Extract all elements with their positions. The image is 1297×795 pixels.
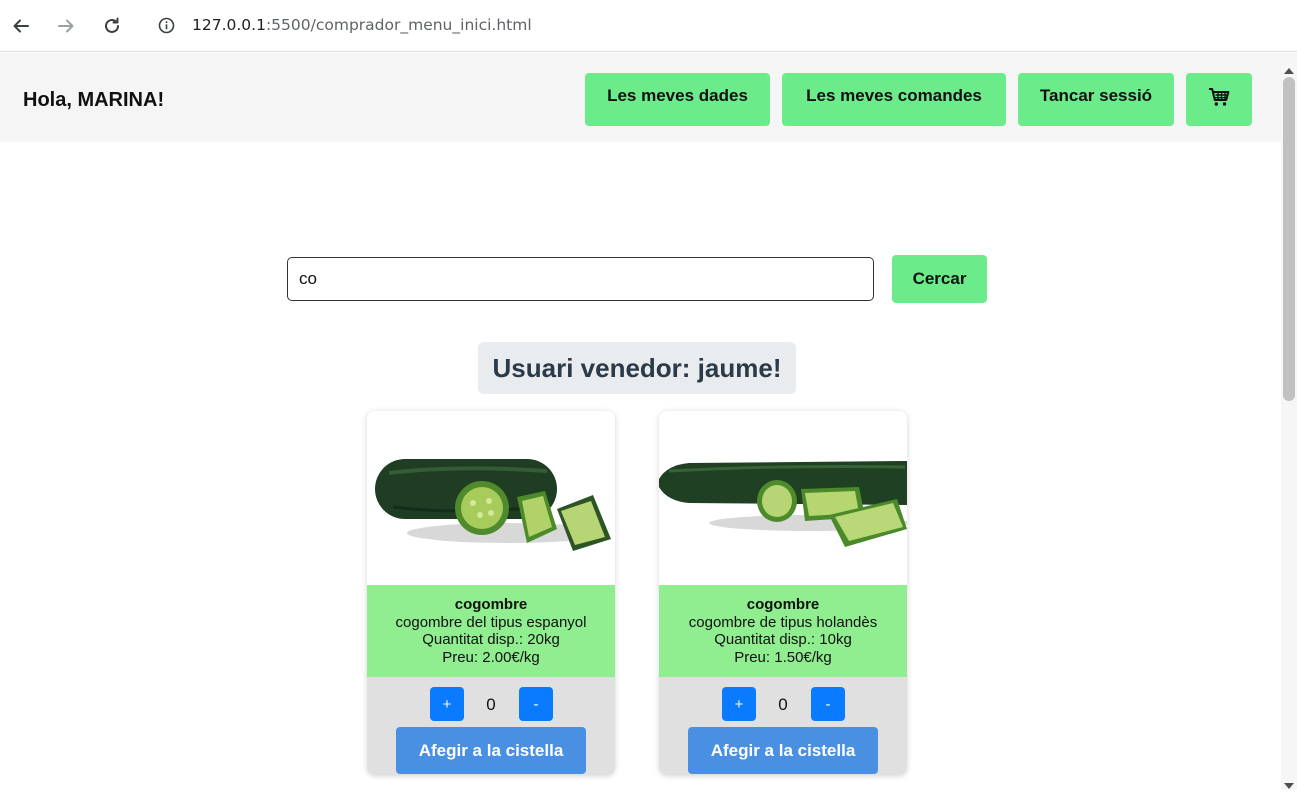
add-to-cart-button[interactable]: Afegir a la cistella bbox=[688, 727, 878, 774]
product-image bbox=[659, 411, 907, 579]
url-host: 127.0.0.1 bbox=[192, 16, 266, 34]
scroll-down-arrow-icon[interactable] bbox=[1284, 777, 1294, 795]
my-orders-button[interactable]: Les meves comandes bbox=[782, 73, 1006, 126]
my-data-button[interactable]: Les meves dades bbox=[585, 73, 770, 126]
browser-toolbar: 127.0.0.1:5500/comprador_menu_inici.html bbox=[0, 0, 1297, 52]
shopping-cart-icon bbox=[1208, 87, 1230, 112]
product-card: cogombre cogombre del tipus espanyol Qua… bbox=[367, 411, 615, 775]
product-info: cogombre cogombre del tipus espanyol Qua… bbox=[367, 585, 615, 677]
product-quantity: Quantitat disp.: 10kg bbox=[714, 631, 852, 648]
seller-title: Usuari venedor: jaume! bbox=[478, 342, 796, 394]
scrollbar-thumb[interactable] bbox=[1283, 77, 1295, 401]
back-arrow-icon[interactable] bbox=[8, 13, 34, 39]
reload-icon[interactable] bbox=[99, 13, 125, 39]
url-text[interactable]: 127.0.0.1:5500/comprador_menu_inici.html bbox=[192, 16, 532, 34]
product-quantity: Quantitat disp.: 20kg bbox=[422, 631, 560, 648]
forward-arrow-icon[interactable] bbox=[53, 13, 79, 39]
search-button[interactable]: Cercar bbox=[892, 255, 987, 303]
cart-button[interactable] bbox=[1186, 73, 1252, 126]
info-icon[interactable] bbox=[158, 17, 175, 39]
search-input[interactable] bbox=[287, 257, 874, 301]
product-price: Preu: 2.00€/kg bbox=[442, 648, 540, 666]
product-name: cogombre bbox=[454, 596, 528, 613]
product-image bbox=[367, 411, 615, 579]
url-path: :5500/comprador_menu_inici.html bbox=[265, 16, 532, 34]
page-header: Hola, MARINA! Les meves dades Les meves … bbox=[0, 53, 1281, 142]
decrease-button[interactable]: - bbox=[811, 687, 845, 721]
product-description: cogombre de tipus holandès bbox=[688, 613, 878, 631]
logout-button[interactable]: Tancar sessió bbox=[1018, 73, 1174, 126]
quantity-value: 0 bbox=[486, 695, 496, 714]
vertical-scrollbar[interactable] bbox=[1281, 53, 1297, 790]
product-description: cogombre del tipus espanyol bbox=[395, 613, 587, 631]
page-content: Hola, MARINA! Les meves dades Les meves … bbox=[0, 53, 1281, 790]
quantity-value: 0 bbox=[778, 695, 788, 714]
greeting: Hola, MARINA! bbox=[23, 89, 165, 111]
product-info: cogombre cogombre de tipus holandès Quan… bbox=[659, 585, 907, 677]
decrease-button[interactable]: - bbox=[519, 687, 553, 721]
increase-button[interactable]: + bbox=[430, 687, 464, 721]
address-bar[interactable]: 127.0.0.1:5500/comprador_menu_inici.html bbox=[146, 5, 1286, 45]
product-name: cogombre bbox=[746, 596, 820, 613]
product-controls: + 0 - Afegir a la cistella bbox=[659, 677, 907, 775]
product-card: cogombre cogombre de tipus holandès Quan… bbox=[659, 411, 907, 775]
increase-button[interactable]: + bbox=[722, 687, 756, 721]
add-to-cart-button[interactable]: Afegir a la cistella bbox=[396, 727, 586, 774]
product-price: Preu: 1.50€/kg bbox=[734, 648, 832, 666]
product-controls: + 0 - Afegir a la cistella bbox=[367, 677, 615, 775]
